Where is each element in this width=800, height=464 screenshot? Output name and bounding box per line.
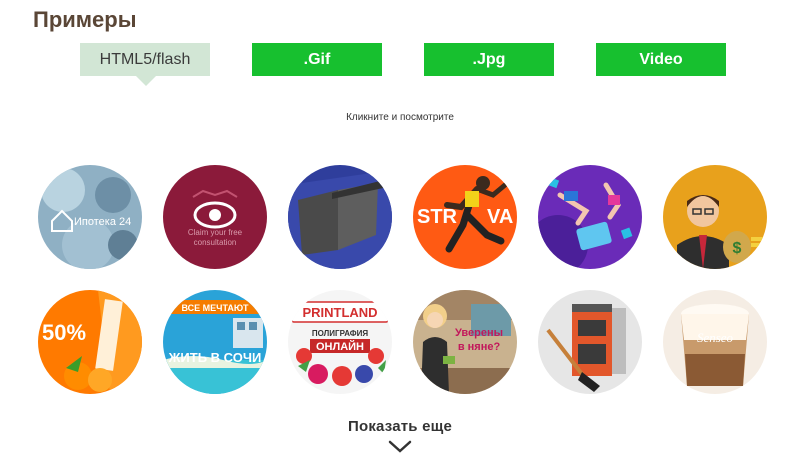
example-thumb-printland[interactable]: PRINTLAND ПОЛИГРАФИЯ ОНЛАЙН <box>288 290 392 394</box>
tab-video[interactable]: Video <box>596 43 726 76</box>
roof-image <box>288 165 392 269</box>
ipoteka-image: Ипотека 24 <box>38 165 142 269</box>
example-thumb-boiler[interactable] <box>538 290 642 394</box>
games-image <box>538 165 642 269</box>
tab-html5-flash[interactable]: HTML5/flash <box>80 43 210 76</box>
example-thumb-coffee[interactable]: Senseo <box>663 290 767 394</box>
page-title: Примеры <box>33 7 137 32</box>
boiler-image <box>538 290 642 394</box>
printland-logo: PRINTLAND <box>302 305 377 320</box>
nanny-text-1: Уверены <box>455 327 503 339</box>
example-thumb-games[interactable] <box>538 165 642 269</box>
show-more-label: Показать еще <box>347 418 453 435</box>
runner-text-2: VA <box>487 206 513 228</box>
dollar-sign: $ <box>733 240 742 257</box>
tab-jpg[interactable]: .Jpg <box>424 43 554 76</box>
example-thumb-roof[interactable] <box>288 165 392 269</box>
example-thumb-ipoteka[interactable]: Ипотека 24 <box>38 165 142 269</box>
show-more-button[interactable]: Показать еще <box>0 418 800 454</box>
printland-text-2: ПОЛИГРАФИЯ <box>312 329 368 338</box>
consultation-text-1: Claim your free <box>188 228 243 237</box>
printland-text-3: ОНЛАЙН <box>316 340 364 353</box>
tab-gif[interactable]: .Gif <box>252 43 382 76</box>
ipoteka-text: Ипотека 24 <box>74 216 131 228</box>
sale-image: 50% <box>38 290 142 394</box>
runner-text-1: STR <box>417 206 458 228</box>
coffee-image: Senseo <box>663 290 767 394</box>
example-thumb-sochi[interactable]: ВСЕ МЕЧТАЮТ ЖИТЬ В СОЧИ <box>163 290 267 394</box>
sochi-text-1: ВСЕ МЕЧТАЮТ <box>182 303 249 313</box>
sochi-image: ВСЕ МЕЧТАЮТ ЖИТЬ В СОЧИ <box>163 290 267 394</box>
example-thumb-sale[interactable]: 50% <box>38 290 142 394</box>
example-thumb-consultation[interactable]: Claim your free consultation <box>163 165 267 269</box>
senseo-logo: Senseo <box>697 330 734 345</box>
consultation-text-2: consultation <box>194 238 237 247</box>
nanny-text-2: в няне? <box>458 341 501 353</box>
example-thumb-businessman[interactable]: $ <box>663 165 767 269</box>
nanny-image: Уверены в няне? <box>413 290 517 394</box>
sochi-text-2: ЖИТЬ В СОЧИ <box>168 350 262 365</box>
active-tab-pointer <box>136 76 156 86</box>
businessman-image: $ <box>663 165 767 269</box>
chevron-down-icon <box>388 440 412 453</box>
printland-image: PRINTLAND ПОЛИГРАФИЯ ОНЛАЙН <box>288 290 392 394</box>
example-thumb-runner[interactable]: STR VA <box>413 165 517 269</box>
runner-image: STR VA <box>413 165 517 269</box>
example-thumb-nanny[interactable]: Уверены в няне? <box>413 290 517 394</box>
sale-percent: 50% <box>42 320 86 345</box>
consultation-image: Claim your free consultation <box>163 165 267 269</box>
click-hint: Кликните и посмотрите <box>346 112 454 123</box>
